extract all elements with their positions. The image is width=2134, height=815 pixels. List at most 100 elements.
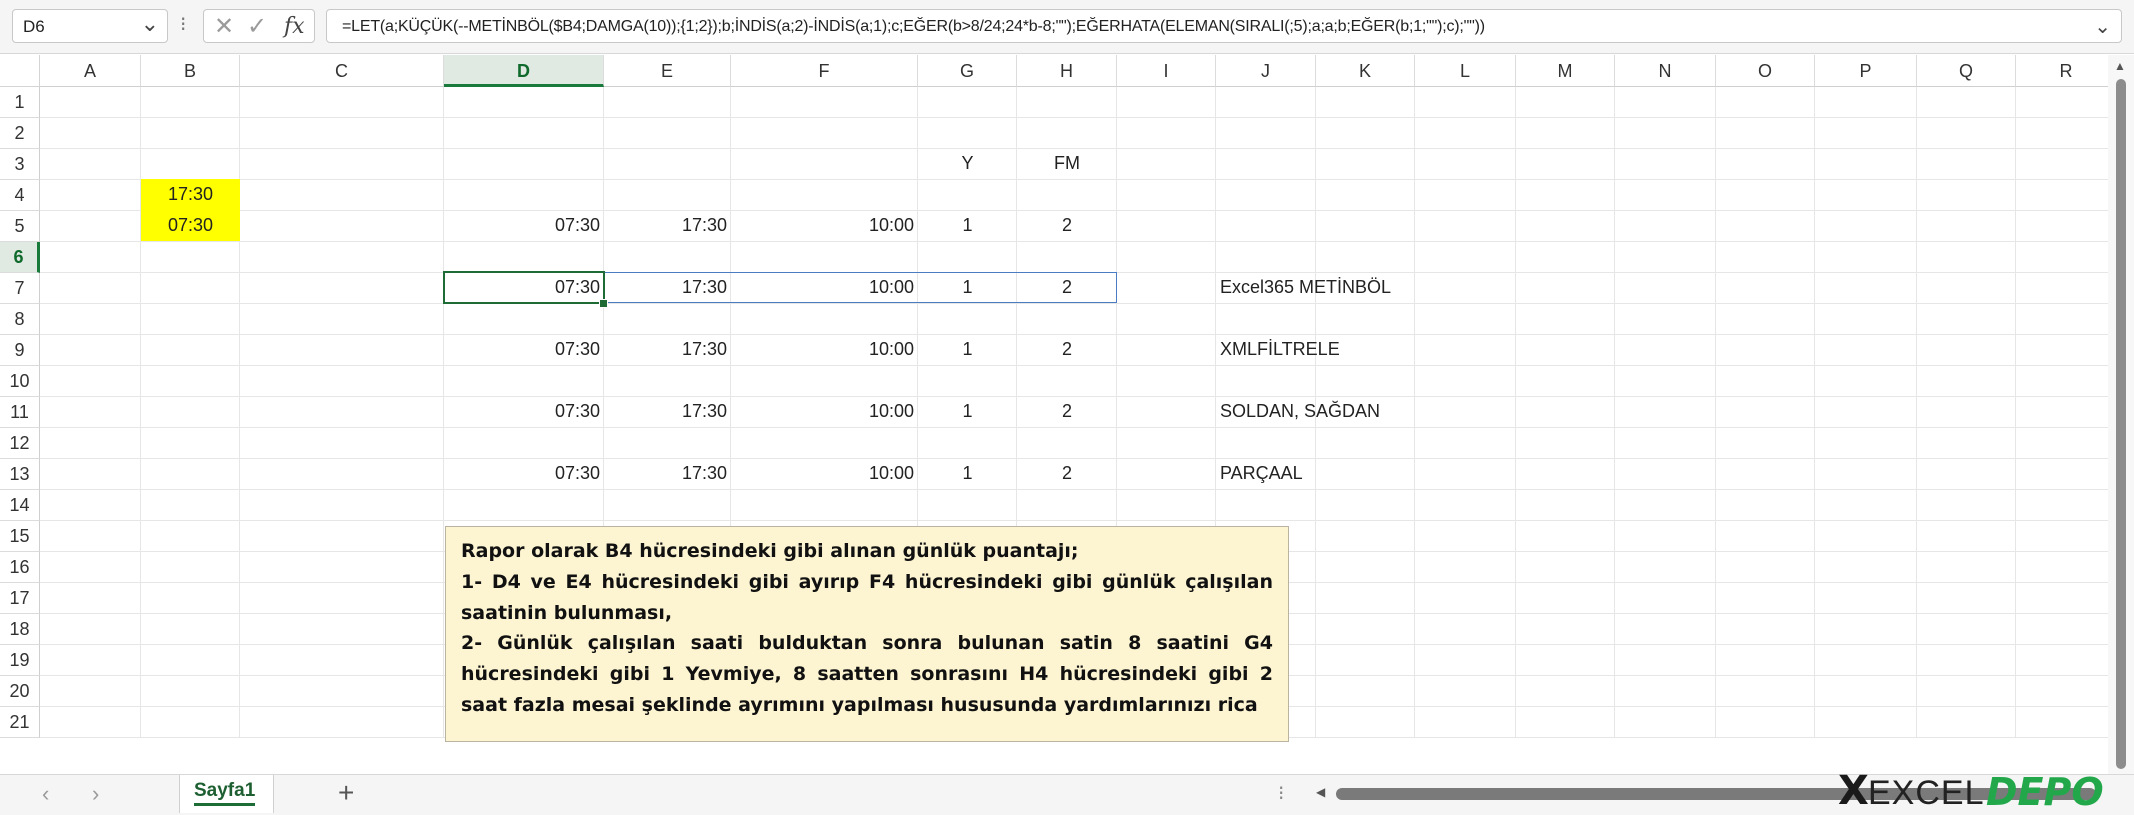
row-header-2[interactable]: 2 <box>0 118 40 149</box>
cell-D8[interactable]: 07:30 <box>444 334 604 365</box>
cell-G10[interactable]: 1 <box>918 396 1017 427</box>
cell-H8[interactable]: 2 <box>1017 334 1117 365</box>
cell-J12[interactable]: PARÇAAL <box>1216 458 1516 489</box>
cell-H10[interactable]: 2 <box>1017 396 1117 427</box>
column-header-C[interactable]: C <box>240 55 444 87</box>
gridline-horizontal <box>40 303 2117 304</box>
sheet-tab-sayfa1[interactable]: Sayfa1 <box>179 775 274 813</box>
row-header-20[interactable]: 20 <box>0 676 40 707</box>
gridline-vertical <box>1814 87 1815 738</box>
cell-E8[interactable]: 17:30 <box>604 334 731 365</box>
fill-handle[interactable] <box>599 299 608 308</box>
cell-F4[interactable]: 10:00 <box>731 210 918 241</box>
scroll-up-icon[interactable]: ▲ <box>2114 59 2126 73</box>
scroll-left-icon[interactable]: ◀ <box>1316 785 1325 799</box>
chevron-down-icon[interactable] <box>141 16 159 34</box>
row-header-17[interactable]: 17 <box>0 583 40 614</box>
row-header-8[interactable]: 8 <box>0 304 40 335</box>
column-header-K[interactable]: K <box>1316 55 1415 87</box>
cell-F8[interactable]: 10:00 <box>731 334 918 365</box>
row-header-13[interactable]: 13 <box>0 459 40 490</box>
row-header-16[interactable]: 16 <box>0 552 40 583</box>
logo-x-mark: X <box>1838 768 1869 814</box>
cell-E12[interactable]: 17:30 <box>604 458 731 489</box>
column-header-M[interactable]: M <box>1516 55 1615 87</box>
cell-G3[interactable]: Y <box>918 148 1017 179</box>
column-header-O[interactable]: O <box>1716 55 1815 87</box>
cell-D4[interactable]: 07:30 <box>444 210 604 241</box>
row-header-18[interactable]: 18 <box>0 614 40 645</box>
column-header-I[interactable]: I <box>1117 55 1216 87</box>
row-header-9[interactable]: 9 <box>0 335 40 366</box>
cell-G12[interactable]: 1 <box>918 458 1017 489</box>
enter-icon[interactable]: ✓ <box>247 12 267 41</box>
insert-function-icon[interactable]: fx <box>284 14 305 39</box>
vertical-scroll-thumb[interactable] <box>2116 79 2126 769</box>
column-header-H[interactable]: H <box>1017 55 1117 87</box>
formula-input[interactable]: =LET(a;KÜÇÜK(--METİNBÖL($B4;DAMGA(10));{… <box>326 9 2122 43</box>
row-header-4[interactable]: 4 <box>0 180 40 211</box>
row-header-6[interactable]: 6 <box>0 242 40 273</box>
column-header-L[interactable]: L <box>1415 55 1516 87</box>
cancel-icon[interactable]: ✕ <box>214 12 234 41</box>
row-header-11[interactable]: 11 <box>0 397 40 428</box>
column-header-Q[interactable]: Q <box>1917 55 2016 87</box>
cell-J8[interactable]: XMLFİLTRELE <box>1216 334 1516 365</box>
vertical-scrollbar[interactable]: ▲ <box>2108 55 2134 774</box>
column-header-G[interactable]: G <box>918 55 1017 87</box>
cell-F10[interactable]: 10:00 <box>731 396 918 427</box>
gridline-horizontal <box>40 520 2117 521</box>
cell-J10[interactable]: SOLDAN, SAĞDAN <box>1216 396 1516 427</box>
gridline-horizontal <box>40 365 2117 366</box>
column-header-E[interactable]: E <box>604 55 731 87</box>
column-header-N[interactable]: N <box>1615 55 1716 87</box>
cell-F12[interactable]: 10:00 <box>731 458 918 489</box>
expand-formula-bar-icon[interactable]: ⌄ <box>2094 14 2111 39</box>
formula-bar-buttons: ✕ ✓ fx <box>203 9 315 43</box>
cell-J6[interactable]: Excel365 METİNBÖL <box>1216 272 1516 303</box>
row-header-21[interactable]: 21 <box>0 707 40 738</box>
column-header-P[interactable]: P <box>1815 55 1917 87</box>
note-text-box[interactable]: Rapor olarak B4 hücresindeki gibi alınan… <box>445 526 1289 742</box>
row-header-5[interactable]: 5 <box>0 211 40 242</box>
row-header-10[interactable]: 10 <box>0 366 40 397</box>
gridline-horizontal <box>40 179 2117 180</box>
row-header-7[interactable]: 7 <box>0 273 40 304</box>
cell-G8[interactable]: 1 <box>918 334 1017 365</box>
gridline-horizontal <box>40 489 2117 490</box>
cell-H4[interactable]: 2 <box>1017 210 1117 241</box>
row-header-15[interactable]: 15 <box>0 521 40 552</box>
column-header-J[interactable]: J <box>1216 55 1316 87</box>
cell-D10[interactable]: 07:30 <box>444 396 604 427</box>
column-header-R[interactable]: R <box>2016 55 2117 87</box>
column-header-A[interactable]: A <box>40 55 141 87</box>
formula-text[interactable]: =LET(a;KÜÇÜK(--METİNBÖL($B4;DAMGA(10));{… <box>342 18 1485 36</box>
select-all-corner[interactable] <box>0 55 40 87</box>
cell-E10[interactable]: 17:30 <box>604 396 731 427</box>
gridline-vertical <box>1614 87 1615 738</box>
cell-D12[interactable]: 07:30 <box>444 458 604 489</box>
row-header-14[interactable]: 14 <box>0 490 40 521</box>
sheet-tab-bar: ‹ › Sayfa1 + ⁝ ◀ <box>0 774 2134 815</box>
row-header-19[interactable]: 19 <box>0 645 40 676</box>
more-options-icon[interactable]: ⁝ <box>180 12 186 37</box>
sheet-tab-label: Sayfa1 <box>194 780 256 806</box>
add-sheet-icon[interactable]: + <box>338 777 354 809</box>
cell-G4[interactable]: 1 <box>918 210 1017 241</box>
column-header-F[interactable]: F <box>731 55 918 87</box>
row-header-1[interactable]: 1 <box>0 87 40 118</box>
cell-H12[interactable]: 2 <box>1017 458 1117 489</box>
cell-H3[interactable]: FM <box>1017 148 1117 179</box>
cell-E4[interactable]: 17:30 <box>604 210 731 241</box>
row-header-12[interactable]: 12 <box>0 428 40 459</box>
column-header-B[interactable]: B <box>141 55 240 87</box>
column-header-D[interactable]: D <box>444 55 604 87</box>
logo-text-excel: EXCEL <box>1868 774 1985 812</box>
row-header-3[interactable]: 3 <box>0 149 40 180</box>
chevron-right-icon[interactable]: › <box>92 781 99 807</box>
chevron-left-icon[interactable]: ‹ <box>42 781 49 807</box>
name-box[interactable]: D6 <box>12 9 168 43</box>
logo-text-depo: DEPO <box>1986 770 2104 814</box>
note-line-2: 1- D4 ve E4 hücresindeki gibi ayırıp F4 … <box>461 570 1273 624</box>
tab-splitter-icon[interactable]: ⁝ <box>1278 781 1284 806</box>
